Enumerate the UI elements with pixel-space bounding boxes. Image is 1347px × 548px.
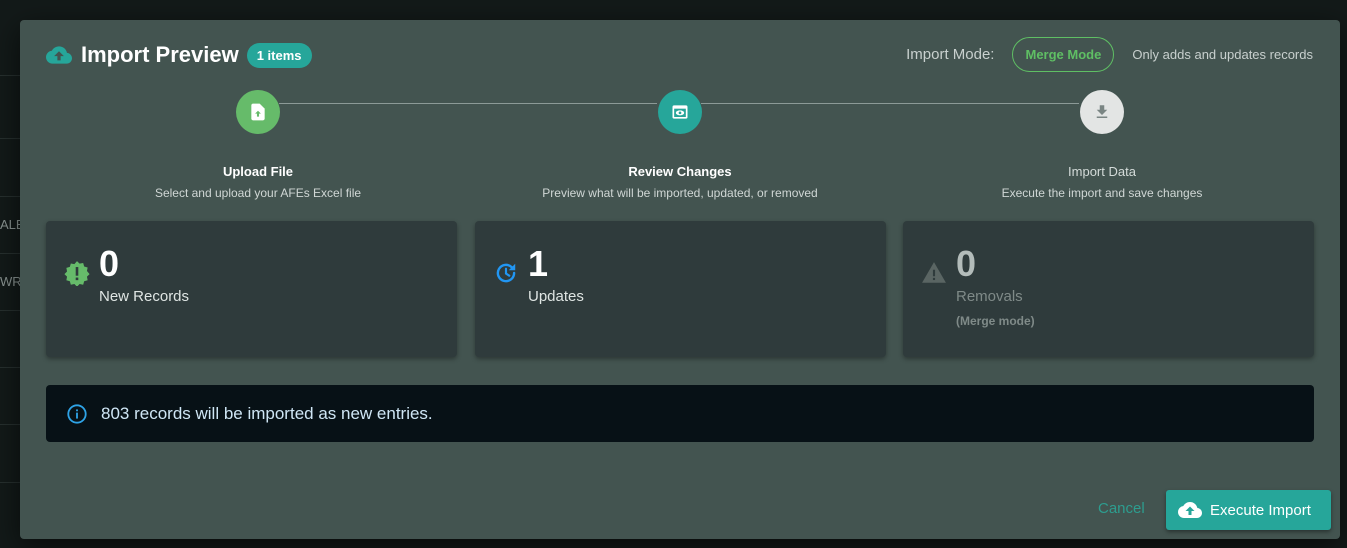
step-upload-file xyxy=(236,90,280,134)
new-records-label: New Records xyxy=(99,288,190,305)
items-count-badge: 1 items xyxy=(246,42,312,68)
new-records-card: 0 New Records xyxy=(46,221,457,357)
merge-mode-chip[interactable]: Merge Mode xyxy=(1012,37,1115,72)
info-icon xyxy=(67,403,87,424)
removals-mode-note: (Merge mode) xyxy=(956,314,1035,328)
removals-label: Removals xyxy=(956,288,1023,305)
background-row-divider xyxy=(0,196,20,197)
background-row-divider xyxy=(0,138,20,139)
upload-file-icon xyxy=(251,103,265,121)
background-row-divider xyxy=(0,75,20,76)
step-connector xyxy=(701,103,1079,104)
import-mode-description: Only adds and updates records xyxy=(1132,47,1313,62)
cancel-button[interactable]: Cancel xyxy=(1098,500,1145,517)
step-description: Execute the import and save changes xyxy=(1001,186,1203,200)
removals-count: 0 xyxy=(956,243,977,284)
download-icon xyxy=(1096,105,1108,118)
step-title: Import Data xyxy=(1068,164,1136,179)
background-row-divider xyxy=(0,482,20,483)
new-records-count: 0 xyxy=(99,243,120,284)
step-description: Preview what will be imported, updated, … xyxy=(542,186,818,200)
warning-icon xyxy=(922,262,946,283)
background-row-divider xyxy=(0,310,20,311)
import-preview-dialog: Import Preview 1 items Import Mode: Merg… xyxy=(20,20,1340,539)
import-mode-label: Import Mode: xyxy=(906,46,995,63)
execute-import-label: Execute Import xyxy=(1210,501,1311,519)
preview-icon xyxy=(672,105,688,119)
step-review-changes xyxy=(658,90,702,134)
background-row-divider xyxy=(0,424,20,425)
step-description: Select and upload your AFEs Excel file xyxy=(154,186,362,200)
import-mode-area: Import Mode: Merge Mode Only adds and up… xyxy=(906,37,1313,72)
info-alert: 803 records will be imported as new entr… xyxy=(46,385,1314,442)
info-message: 803 records will be imported as new entr… xyxy=(101,403,433,423)
execute-import-button[interactable]: Execute Import xyxy=(1166,490,1331,530)
new-badge-icon xyxy=(64,261,90,286)
step-title: Review Changes xyxy=(628,164,732,179)
background-row-divider xyxy=(0,367,20,368)
cloud-upload-icon xyxy=(46,46,72,64)
updates-label: Updates xyxy=(528,288,584,305)
updates-count: 1 xyxy=(528,243,549,284)
dialog-header: Import Preview 1 items xyxy=(46,42,312,68)
step-title: Upload File xyxy=(222,164,294,179)
dialog-title: Import Preview xyxy=(81,42,239,67)
step-connector xyxy=(279,103,657,104)
removals-card: 0 Removals (Merge mode) xyxy=(903,221,1314,357)
step-import-data xyxy=(1080,90,1124,134)
background-row-divider xyxy=(0,253,20,254)
updates-card: 1 Updates xyxy=(475,221,886,357)
update-icon xyxy=(496,263,516,283)
cloud-upload-icon xyxy=(1178,502,1202,518)
